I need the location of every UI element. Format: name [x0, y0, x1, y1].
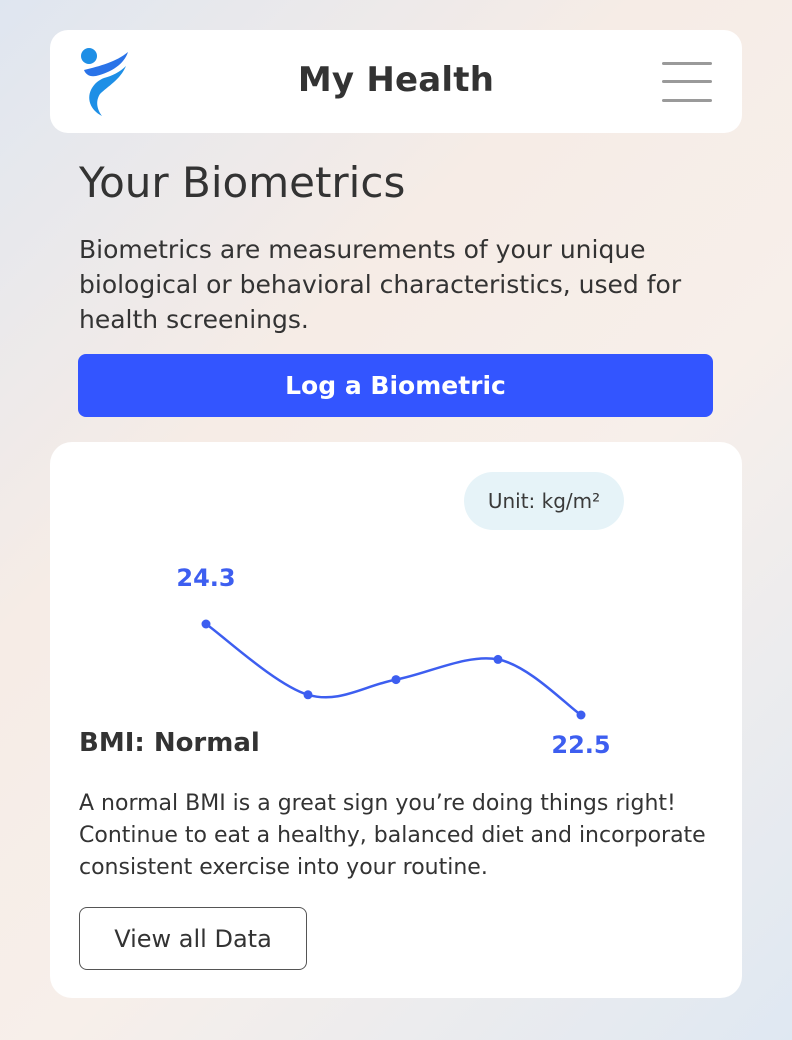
- menu-button[interactable]: [662, 60, 714, 104]
- page-title: Your Biometrics: [79, 158, 406, 207]
- bmi-data-label: 24.3: [176, 564, 235, 592]
- bmi-data-point: [303, 690, 313, 700]
- hamburger-line: [662, 99, 712, 102]
- bmi-status: BMI: Normal: [79, 728, 260, 758]
- bmi-description: A normal BMI is a great sign you’re doin…: [79, 791, 706, 880]
- view-all-data-button[interactable]: View all Data: [79, 907, 307, 970]
- bmi-data-point: [201, 619, 211, 629]
- bmi-data-point: [493, 654, 503, 664]
- bmi-data-label: 22.5: [551, 731, 610, 759]
- intro-text: Biometrics are measurements of your uniq…: [79, 235, 682, 334]
- hamburger-menu-icon: [662, 62, 712, 65]
- app-title: My Health: [297, 60, 495, 100]
- bmi-card: Unit: kg/m² 24.3 22.5 BMI: Normal A norma…: [50, 442, 742, 998]
- bmi-data-point: [576, 710, 586, 720]
- log-biometric-button[interactable]: Log a Biometric: [78, 354, 713, 417]
- hamburger-line: [662, 80, 712, 83]
- bmi-series-line: [205, 622, 582, 717]
- bmi-data-point: [391, 675, 401, 685]
- app-header: My Health: [50, 30, 742, 133]
